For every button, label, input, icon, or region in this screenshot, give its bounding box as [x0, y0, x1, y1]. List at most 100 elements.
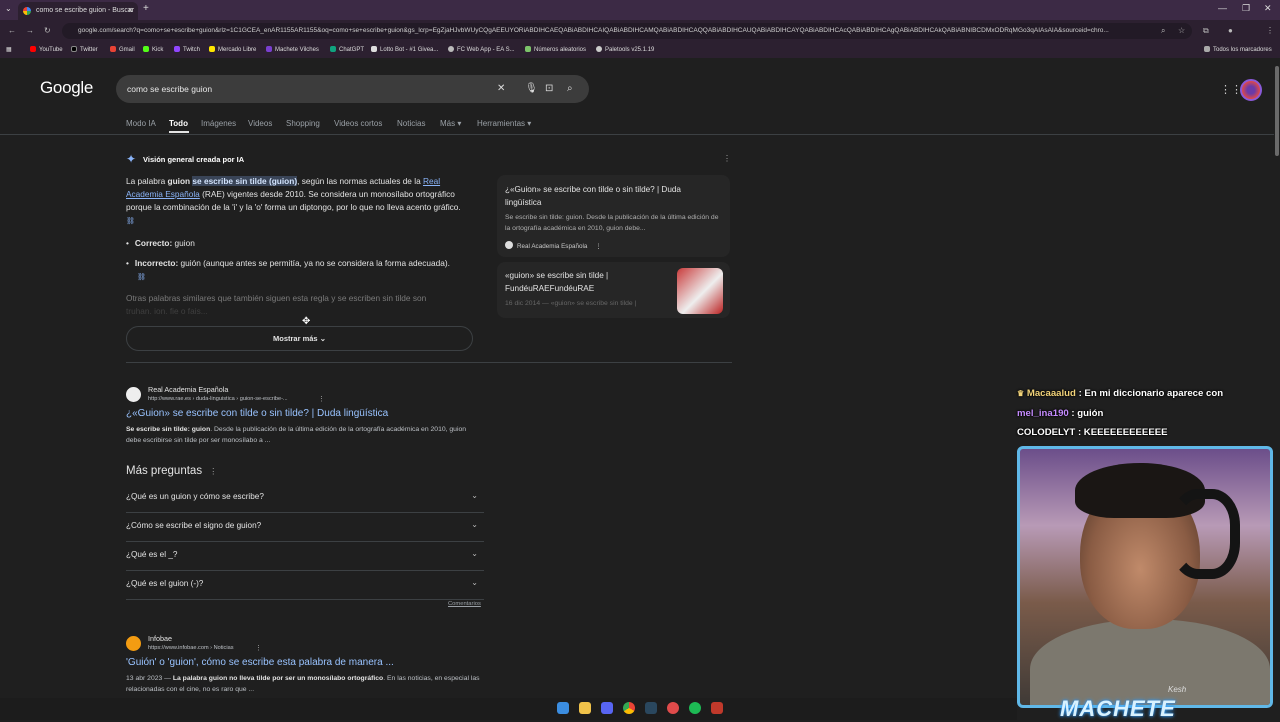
close-window-icon[interactable]: ✕ — [1264, 3, 1272, 14]
zoom-icon[interactable]: ⌕ — [1161, 26, 1165, 36]
headset-icon — [1170, 489, 1240, 579]
result-url[interactable]: http://www.rae.es › duda-linguistica › g… — [148, 396, 323, 402]
spotify-icon[interactable] — [689, 702, 701, 714]
minimize-icon[interactable]: — — [1218, 3, 1227, 13]
bookmark-kick[interactable]: Kick — [143, 46, 163, 53]
section-divider — [126, 362, 732, 363]
chrome-menu-icon[interactable]: ⋮ — [1266, 26, 1274, 35]
paa-question[interactable]: ¿Qué es un guion y cómo se escribe? ⌄ — [126, 484, 484, 513]
microphone-icon[interactable]: 🎙 — [525, 83, 538, 94]
discord-icon[interactable] — [601, 702, 613, 714]
back-icon[interactable]: ← — [8, 26, 16, 35]
source-link-icon[interactable]: ⛓ — [137, 274, 146, 281]
paa-question[interactable]: ¿Qué es el guion (-)? ⌄ — [126, 571, 484, 600]
stream-chat-overlay: ♛ Macaaalud : En mi diccionario aparece … — [1017, 388, 1280, 446]
forward-icon[interactable]: → — [26, 26, 34, 35]
card-menu-icon[interactable]: ⋮ — [595, 243, 601, 250]
bookmark-fc-web-app[interactable]: FC Web App - EA S... — [448, 46, 515, 53]
bookmark-youtube[interactable]: YouTube — [30, 46, 63, 53]
tab-imagenes[interactable]: Imágenes — [201, 119, 236, 128]
bookmark-chatgpt[interactable]: ChatGPT — [330, 46, 364, 53]
scrollbar-thumb[interactable] — [1275, 66, 1279, 156]
all-bookmarks[interactable]: Todos los marcadores — [1204, 46, 1272, 53]
file-explorer-icon[interactable] — [579, 702, 591, 714]
chevron-down-icon: ⌄ — [471, 549, 478, 558]
tab-noticias[interactable]: Noticias — [397, 119, 425, 128]
browser-tab-active[interactable]: como se escribe guion - Buscar × — [18, 2, 138, 20]
chrome-icon[interactable] — [623, 702, 635, 714]
highlighted-answer: se escribe sin tilde (guion) — [192, 176, 298, 186]
url-bar[interactable]: google.com/search?q=como+se+escribe+guio… — [62, 23, 1192, 39]
clear-search-icon[interactable]: ✕ — [497, 83, 505, 94]
google-logo[interactable]: Google — [40, 78, 93, 98]
app-icon[interactable] — [667, 702, 679, 714]
result-menu-icon[interactable]: ⋮ — [318, 395, 325, 403]
apps-grid-icon[interactable]: ▦ — [6, 46, 12, 53]
avatar[interactable] — [1240, 79, 1262, 101]
bookmark-star-icon[interactable]: ☆ — [1178, 26, 1185, 35]
bookmark-paletools[interactable]: Paletools v25.1.19 — [596, 46, 654, 53]
source-link-icon[interactable]: ⛓ — [126, 218, 135, 225]
show-more-button[interactable]: Mostrar más ⌄ — [126, 326, 473, 351]
paa-question[interactable]: ¿Qué es el _? ⌄ — [126, 542, 484, 571]
tab-modo-ia[interactable]: Modo IA — [126, 119, 156, 128]
ai-overview-paragraph: La palabra guion se escribe sin tilde (g… — [126, 176, 461, 225]
streamer-shirt — [1030, 619, 1270, 705]
result-site-name[interactable]: Real Academia Española — [148, 385, 228, 394]
extensions-icon[interactable]: ⧉ — [1203, 26, 1209, 36]
search-icon[interactable]: ⌕ — [567, 83, 573, 94]
result-snippet: 13 abr 2023 — La palabra guion no lleva … — [126, 675, 480, 693]
tab-shopping[interactable]: Shopping — [286, 119, 320, 128]
tab-list-icon[interactable]: ⌄ — [5, 4, 12, 13]
bookmark-mercado-libre[interactable]: Mercado Libre — [209, 46, 256, 53]
card-thumbnail-image[interactable] — [677, 268, 723, 314]
chevron-down-icon: ⌄ — [471, 578, 478, 587]
bookmark-twitter[interactable]: Twitter — [71, 46, 98, 53]
google-apps-icon[interactable]: ⋮⋮ — [1220, 83, 1242, 96]
ai-bullet-incorrecto: • Incorrecto: guión (aunque antes se perm… — [126, 258, 450, 281]
tab-videos-cortos[interactable]: Videos cortos — [334, 119, 382, 128]
new-tab-icon[interactable]: + — [143, 3, 149, 14]
bookmark-lotto-bot[interactable]: Lotto Bot - #1 Givea... — [371, 46, 438, 53]
tab-title: como se escribe guion - Buscar — [36, 7, 135, 14]
rae-favicon-icon — [505, 241, 513, 249]
chevron-down-icon: ⌄ — [319, 334, 326, 343]
reload-icon[interactable]: ↻ — [44, 26, 51, 35]
tab-todo[interactable]: Todo — [169, 119, 188, 128]
tab-mas[interactable]: Más ▾ — [440, 119, 461, 128]
profile-icon[interactable]: ● — [1228, 26, 1233, 35]
tab-herramientas[interactable]: Herramientas ▾ — [477, 119, 531, 128]
result-title-link[interactable]: ¿«Guion» se escribe con tilde o sin tild… — [126, 408, 388, 419]
browser-tab-strip — [0, 0, 1280, 20]
tab-videos[interactable]: Videos — [248, 119, 272, 128]
app-icon[interactable] — [711, 702, 723, 714]
close-tab-icon[interactable]: × — [128, 5, 133, 15]
search-input[interactable]: como se escribe guion — [127, 84, 212, 94]
chat-message: ♛ Macaaalud : En mi diccionario aparece … — [1017, 388, 1224, 399]
shirt-signature: Kesh — [1168, 685, 1187, 694]
restore-icon[interactable]: ❐ — [1242, 3, 1250, 14]
chevron-down-icon: ⌄ — [471, 520, 478, 529]
ai-overview-menu-icon[interactable]: ⋮ — [723, 154, 731, 163]
feedback-link[interactable]: Comentarios — [448, 601, 481, 607]
result-title-link[interactable]: 'Guión' o 'guion', cómo se escribe esta … — [126, 657, 394, 668]
result-site-name[interactable]: Infobae — [148, 634, 172, 643]
paa-question[interactable]: ¿Cómo se escribe el signo de guion? ⌄ — [126, 513, 484, 542]
google-favicon-icon — [23, 7, 31, 15]
windows-taskbar — [0, 698, 1017, 720]
bookmark-gmail[interactable]: Gmail — [110, 46, 135, 53]
card-title: «guion» se escribe sin tilde | FundéuRAE… — [505, 271, 609, 293]
result-menu-icon[interactable]: ⋮ — [255, 644, 262, 652]
start-icon[interactable] — [557, 702, 569, 714]
ai-source-card-rae[interactable]: ¿«Guion» se escribe con tilde o sin tild… — [497, 175, 730, 257]
bookmark-machete-vilches[interactable]: Machete Vilches — [266, 46, 319, 53]
bookmark-twitch[interactable]: Twitch — [174, 46, 200, 53]
bookmarks-bar: ▦ YouTube Twitter Gmail Kick Twitch Merc… — [0, 42, 1280, 58]
bookmark-numeros-aleatorios[interactable]: Números aleatorios — [525, 46, 586, 53]
steam-icon[interactable] — [645, 702, 657, 714]
camera-lens-icon[interactable]: ⊡ — [545, 83, 553, 94]
ai-sparkle-icon: ✦ — [126, 152, 137, 166]
url-text: google.com/search?q=como+se+escribe+guio… — [78, 27, 1109, 34]
result-url[interactable]: https://www.infobae.com › Noticias — [148, 645, 234, 651]
paa-menu-icon[interactable]: ⋮ — [209, 467, 217, 476]
